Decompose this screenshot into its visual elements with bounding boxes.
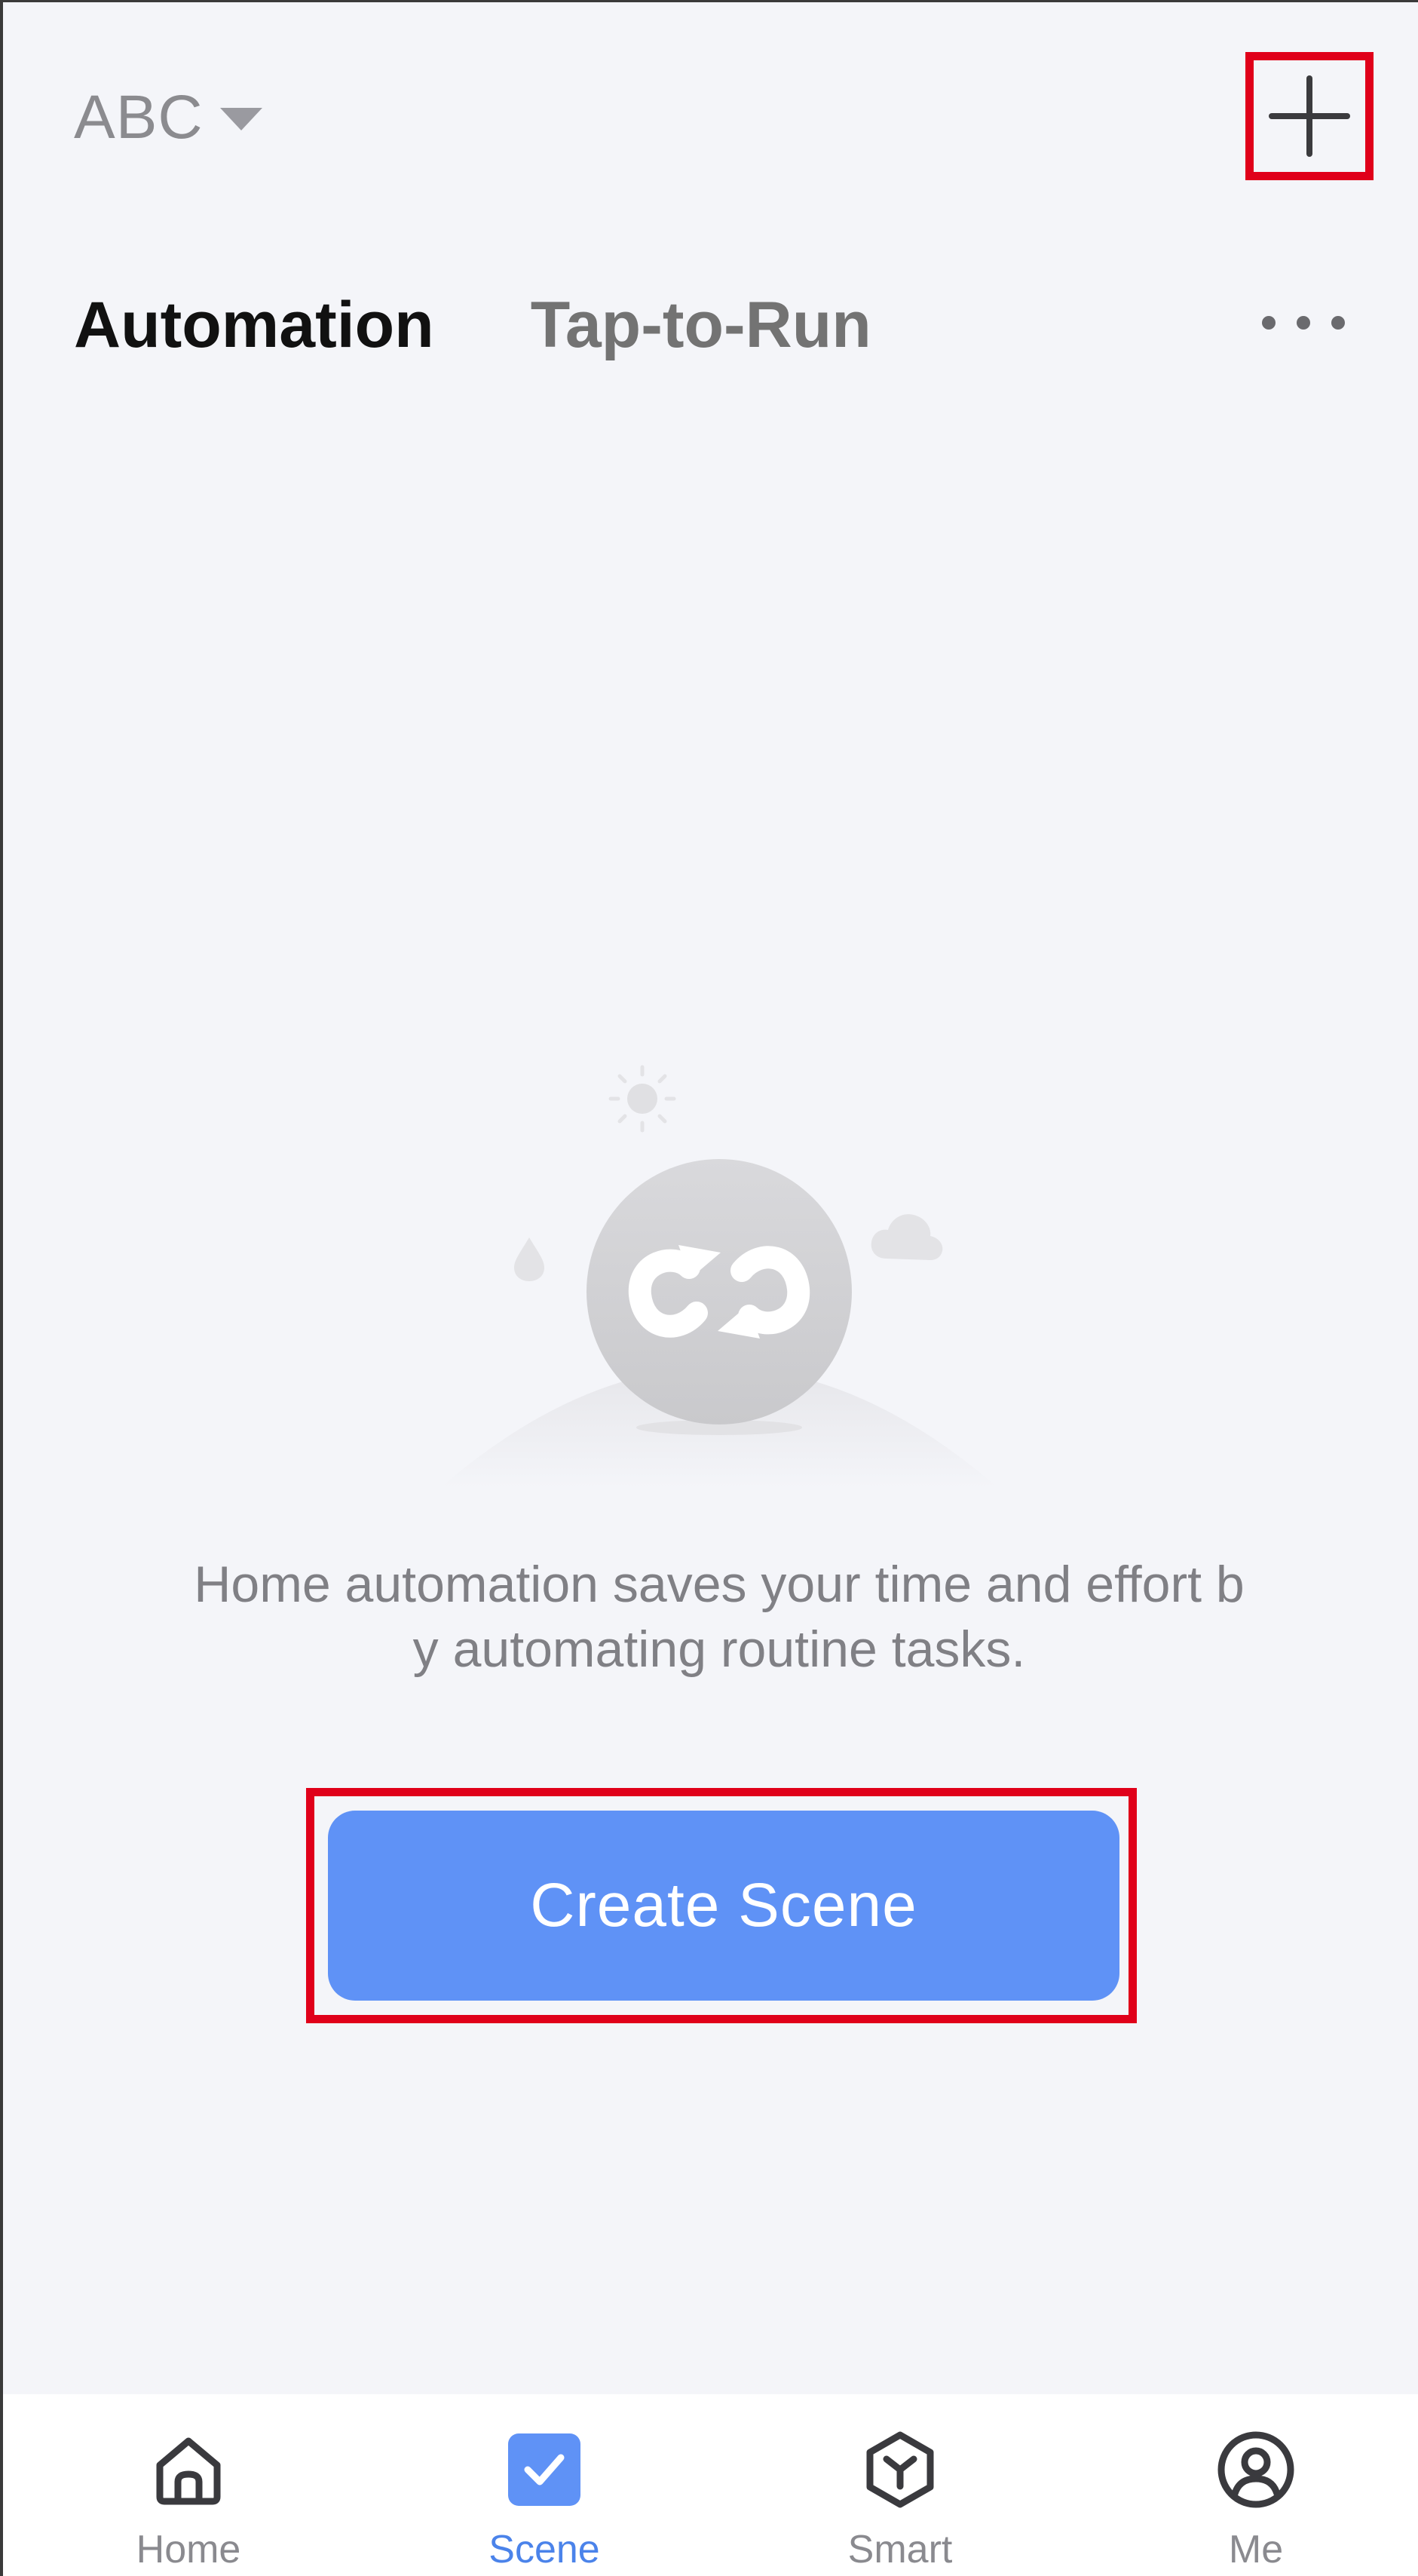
nav-item-me[interactable]: Me	[1120, 2394, 1392, 2576]
add-button[interactable]	[1264, 71, 1355, 161]
cloud-icon	[871, 1214, 943, 1260]
home-name: ABC	[74, 82, 204, 152]
more-button[interactable]	[1262, 300, 1345, 345]
scene-check-icon	[508, 2433, 580, 2506]
nav-item-scene[interactable]: Scene	[409, 2394, 680, 2576]
nav-label-home: Home	[136, 2528, 241, 2571]
bottom-nav: Home Scene Smart Me	[3, 2394, 1418, 2576]
empty-state-message: Home automation saves your time and effo…	[116, 1552, 1322, 1682]
nav-item-home[interactable]: Home	[53, 2394, 324, 2576]
nav-label-smart: Smart	[847, 2528, 953, 2571]
create-scene-button[interactable]: Create Scene	[328, 1811, 1119, 2001]
more-dot	[1331, 316, 1345, 330]
tab-tap-to-run[interactable]: Tap-to-Run	[531, 288, 871, 363]
tab-automation[interactable]: Automation	[74, 288, 434, 363]
drop-icon	[514, 1237, 544, 1281]
scene-tabs: Automation Tap-to-Run	[74, 280, 871, 370]
sun-icon	[608, 1065, 676, 1133]
caret-down-icon	[219, 107, 262, 130]
home-icon	[156, 2437, 221, 2505]
more-dot	[1297, 316, 1310, 330]
plus-icon	[1269, 75, 1350, 157]
nav-item-smart[interactable]: Smart	[764, 2394, 1036, 2576]
create-scene-highlight: Create Scene	[306, 1788, 1137, 2023]
smart-cube-icon	[866, 2431, 934, 2508]
empty-state-line-2: y automating routine tasks.	[412, 1621, 1026, 1678]
profile-icon	[1217, 2431, 1294, 2508]
nav-label-scene: Scene	[488, 2528, 600, 2571]
empty-state-line-1: Home automation saves your time and effo…	[194, 1556, 1245, 1613]
nav-label-me: Me	[1228, 2528, 1284, 2571]
add-button-highlight	[1245, 52, 1374, 180]
home-selector[interactable]: ABC	[74, 78, 262, 157]
automation-loop-icon	[440, 1065, 998, 1488]
more-dot	[1262, 316, 1276, 330]
scene-screen: ABC Automation Tap-to-Run Home automatio…	[0, 0, 1418, 2576]
